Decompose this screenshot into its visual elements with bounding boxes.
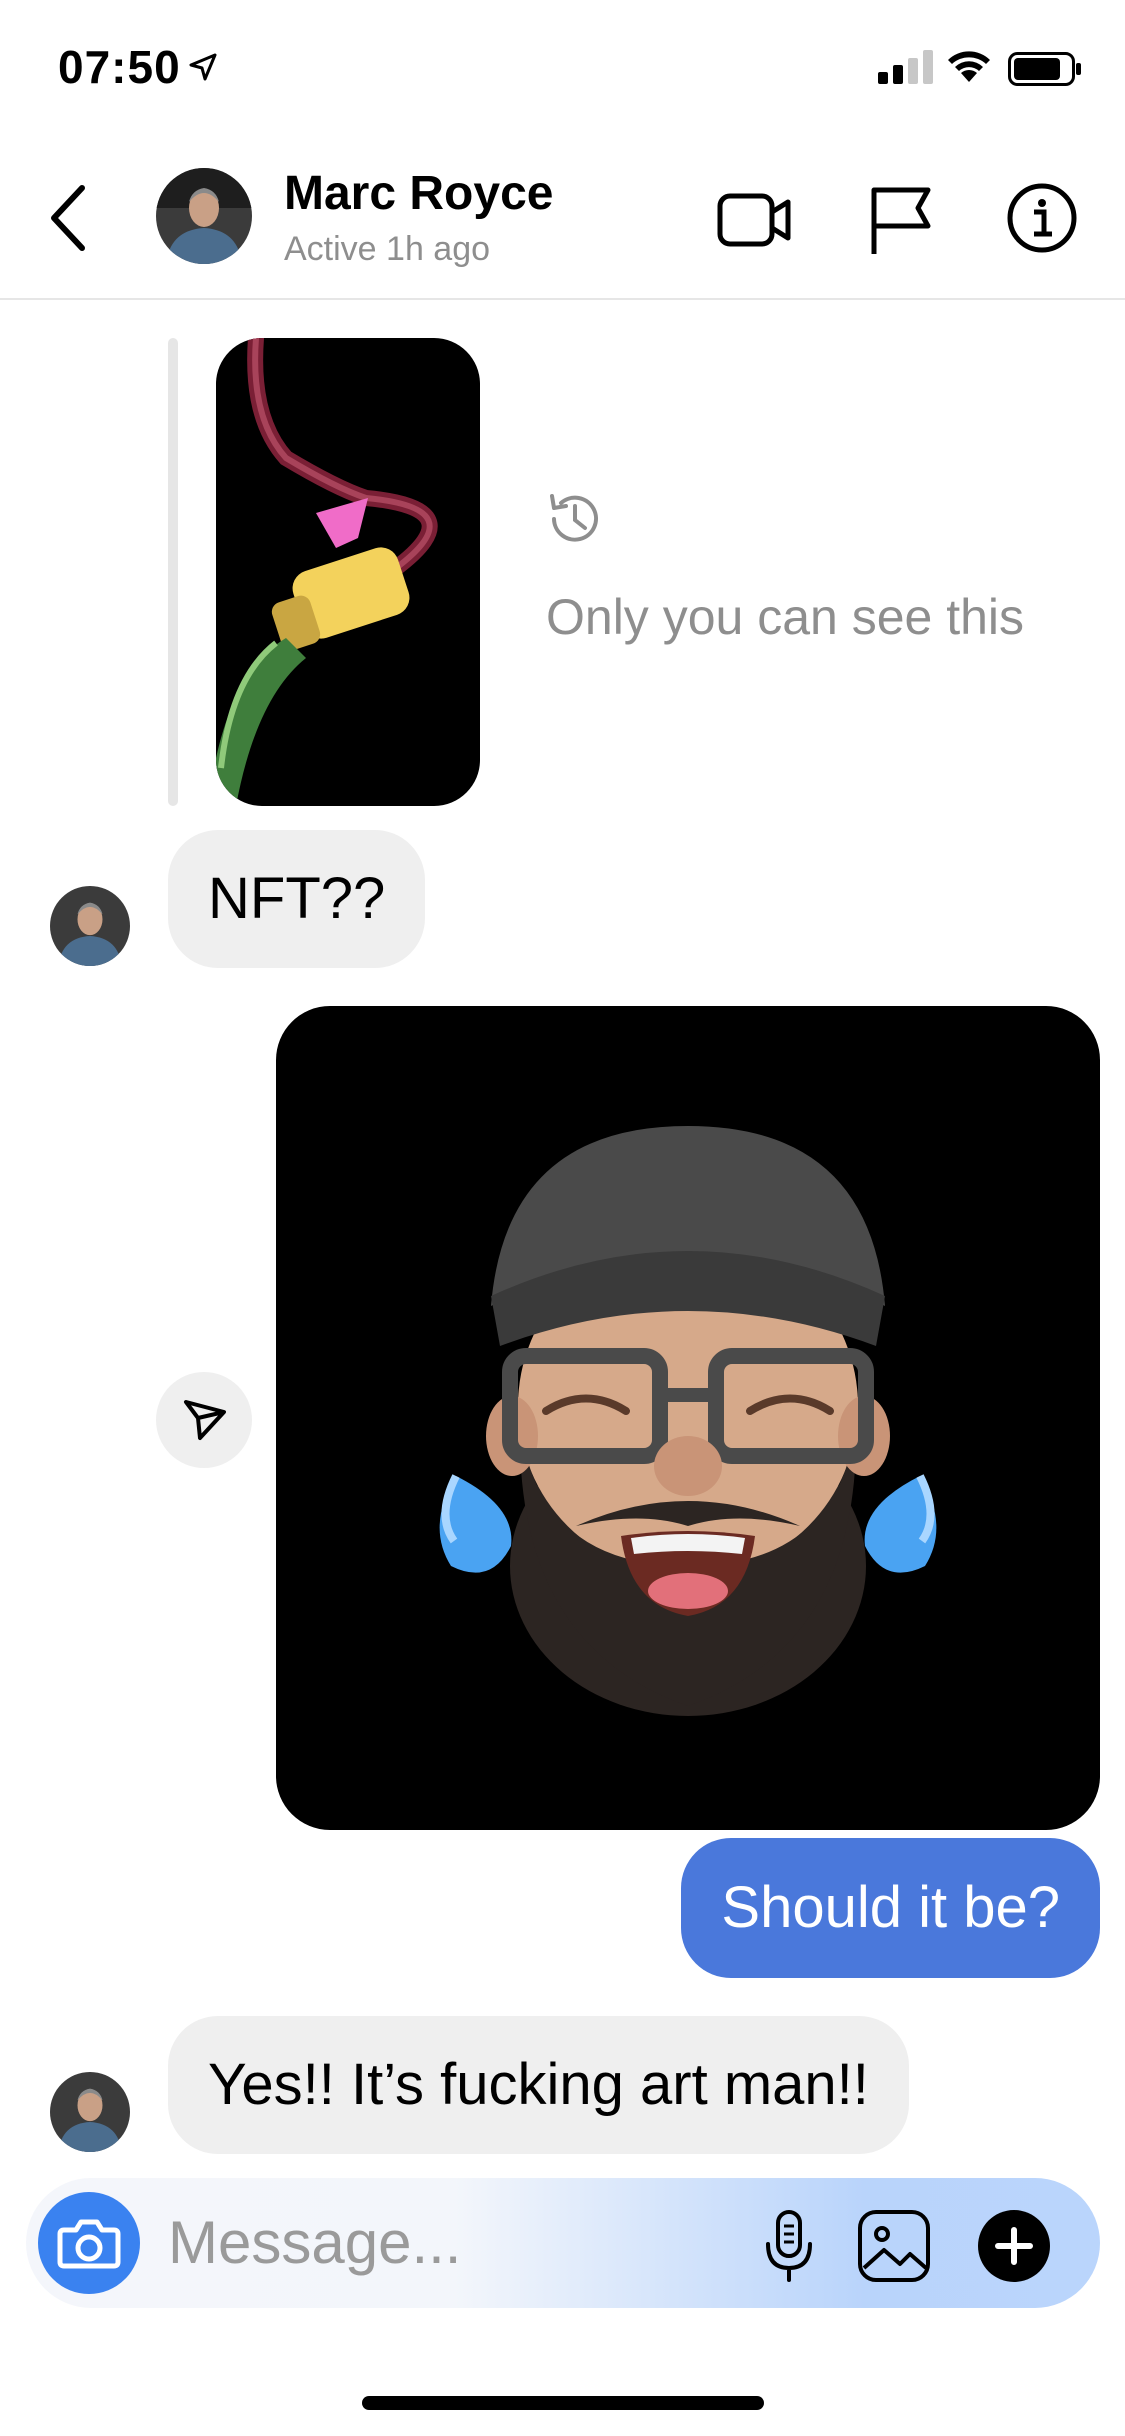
camera-button[interactable] [38,2192,140,2294]
cellular-signal-icon [878,50,933,84]
video-call-button[interactable] [716,182,792,258]
contact-avatar[interactable] [156,168,252,264]
sender-avatar[interactable] [50,2072,130,2152]
chat-header: Marc Royce Active 1h ago [0,140,1125,300]
paper-plane-icon [184,1400,226,1440]
message-composer: Message... [26,2178,1100,2308]
back-button[interactable] [42,178,92,258]
message-bubble-outgoing[interactable]: Should it be? [681,1838,1100,1978]
contact-name[interactable]: Marc Royce [284,166,553,221]
share-button[interactable] [156,1372,252,1468]
wifi-icon [948,51,990,82]
message-input[interactable]: Message... [168,2208,461,2277]
battery-icon [1008,52,1081,86]
home-indicator[interactable] [362,2396,764,2410]
gallery-icon[interactable] [856,2208,932,2284]
reply-indicator-bar [168,338,178,806]
story-thumbnail[interactable] [216,338,480,806]
memoji-sticker[interactable] [276,1006,1100,1830]
message-bubble-incoming[interactable]: NFT?? [168,830,426,968]
plus-button[interactable] [976,2208,1052,2284]
sender-avatar[interactable] [50,886,130,966]
status-bar: 07:50 [0,0,1125,140]
microphone-icon[interactable] [754,2208,824,2284]
message-bubble-incoming[interactable]: Yes!! It’s fucking art man!! [168,2016,909,2154]
location-arrow-icon [189,53,217,81]
activity-status: Active 1h ago [284,230,491,268]
private-note: Only you can see this [546,589,1025,645]
camera-icon [57,2219,121,2269]
history-icon [550,494,598,542]
flag-button[interactable] [866,182,936,258]
info-button[interactable] [1006,182,1078,254]
status-time: 07:50 [58,41,181,93]
